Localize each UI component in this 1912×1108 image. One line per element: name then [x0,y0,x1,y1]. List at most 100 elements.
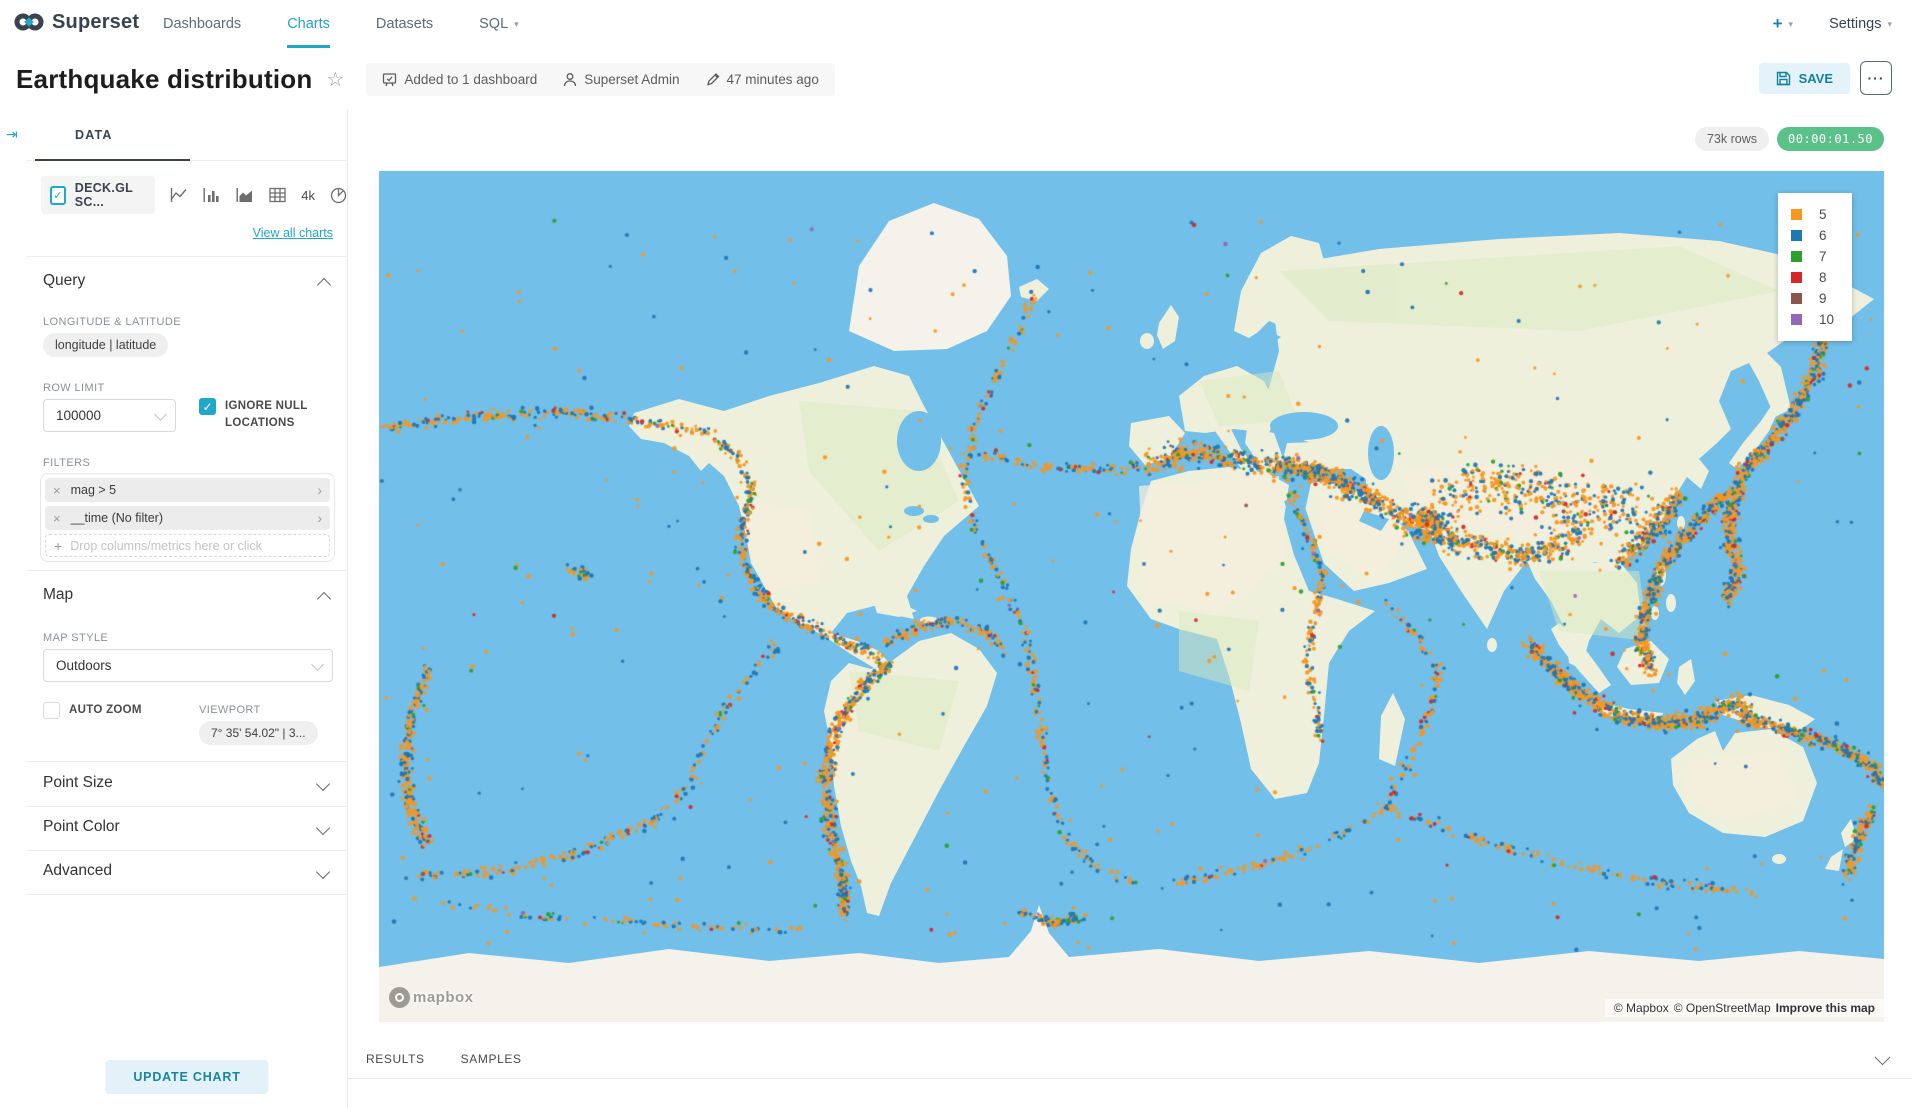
expand-filter-icon[interactable]: › [317,482,322,498]
point-size-section[interactable]: Point Size [27,762,346,807]
osm-attribution-link[interactable]: © OpenStreetMap [1674,1001,1771,1015]
settings-menu[interactable]: Settings▾ [1829,16,1892,32]
legend-item[interactable]: 10 [1791,309,1834,330]
chart-meta: Added to 1 dashboard Superset Admin [366,63,834,96]
deckgl-map[interactable]: 5 6 7 8 9 10 mapbox © Mapbox © OpenStree… [379,171,1884,1022]
query-section-title[interactable]: Query [43,272,85,290]
owner-meta[interactable]: Superset Admin [563,72,679,87]
legend-item[interactable]: 9 [1791,288,1834,309]
user-icon [563,72,577,87]
ignore-null-label: IGNORE NULL LOCATIONS [225,398,325,431]
nav-item-datasets[interactable]: Datasets [376,0,433,48]
filter-label: mag > 5 [71,483,318,497]
legend-swatch [1791,314,1802,325]
auto-zoom-label: AUTO ZOOM [69,702,142,719]
remove-filter-icon[interactable]: × [53,483,61,498]
auto-zoom-group: AUTO ZOOM [43,702,142,719]
favorite-star-icon[interactable]: ☆ [326,67,344,92]
row-count-badge[interactable]: 73k rows [1695,127,1769,151]
collapse-results-icon[interactable] [1875,1050,1891,1066]
last-modified-meta[interactable]: 47 minutes ago [706,72,819,87]
chevron-down-icon [316,777,330,791]
area-chart-icon[interactable] [236,187,254,203]
pie-chart-icon[interactable] [330,187,347,204]
nav-item-dashboards[interactable]: Dashboards [163,0,241,48]
lonlat-value-pill[interactable]: longitude | latitude [43,333,168,357]
query-timer-badge[interactable]: 00:00:01.50 [1777,127,1884,151]
line-chart-icon[interactable] [170,187,188,203]
view-all-charts-link[interactable]: View all charts [253,226,333,240]
panel-collapse-rail: ⇥ [0,110,28,1108]
checkbox-checked-icon: ✓ [50,186,66,205]
mapbox-attribution-link[interactable]: © Mapbox [1614,1001,1669,1015]
viewport-value-pill[interactable]: 7° 35' 54.02" | 3... [199,721,318,745]
caret-down-icon: ▾ [1887,19,1892,30]
pencil-icon [706,72,720,86]
chevron-down-icon [311,658,324,671]
brand[interactable]: Superset [14,9,139,35]
magnitude-legend[interactable]: 5 6 7 8 9 10 [1778,193,1852,341]
drop-columns-target[interactable]: + Drop columns/metrics here or click [45,534,330,557]
viz-type-selected[interactable]: ✓ DECK.GL SC... [41,176,155,214]
results-tabsbar: RESULTS SAMPLES [348,1040,1912,1079]
chart-header: Earthquake distribution ☆ Added to 1 das… [0,48,1912,111]
row-limit-select[interactable]: 100000 [43,399,176,432]
lonlat-label: LONGITUDE & LATITUDE [43,316,181,328]
caret-down-icon: ▾ [1789,19,1794,30]
viz-type-label: DECK.GL SC... [75,181,147,209]
more-actions-button[interactable]: ··· [1860,61,1892,95]
legend-item[interactable]: 7 [1791,246,1834,267]
ignore-null-checkbox[interactable]: ✓ [199,398,216,415]
page-title: Earthquake distribution [16,64,312,95]
map-style-select[interactable]: Outdoors [43,649,333,682]
chart-area: 73k rows 00:00:01.50 [348,110,1912,1108]
plus-icon: + [54,538,62,554]
map-style-label: MAP STYLE [43,632,108,644]
filters-box: × mag > 5 › × __time (No filter) › + Dro… [40,473,335,562]
map-attribution: © Mapbox © OpenStreetMap Improve this ma… [1605,999,1884,1017]
chevron-up-icon[interactable] [317,278,331,292]
nav-right: +▾ Settings▾ [1773,0,1892,48]
table-icon[interactable] [269,187,286,203]
tab-samples[interactable]: SAMPLES [461,1052,522,1066]
improve-map-link[interactable]: Improve this map [1776,1001,1875,1015]
save-button[interactable]: SAVE [1759,63,1850,94]
divider [27,570,346,571]
legend-item[interactable]: 8 [1791,267,1834,288]
top-nav: Superset Dashboards Charts Datasets SQL▾… [0,0,1912,49]
chevron-down-icon [316,821,330,835]
filters-label: FILTERS [43,457,90,469]
filter-item[interactable]: × mag > 5 › [45,478,330,502]
legend-swatch [1791,251,1802,262]
bar-chart-icon[interactable] [203,187,221,203]
legend-item[interactable]: 5 [1791,204,1834,225]
legend-item[interactable]: 6 [1791,225,1834,246]
new-item-menu[interactable]: +▾ [1773,14,1793,34]
more-chart-types-count[interactable]: 4k [301,188,315,203]
map-section-title[interactable]: Map [43,586,73,604]
legend-swatch [1791,293,1802,304]
advanced-section[interactable]: Advanced [27,850,346,895]
mapbox-logo[interactable]: mapbox [389,987,474,1008]
expand-filter-icon[interactable]: › [317,510,322,526]
chevron-down-icon [154,408,167,421]
panel-tabbar: DATA [27,110,346,161]
nav-item-sql[interactable]: SQL▾ [479,0,519,48]
dashboards-meta[interactable]: Added to 1 dashboard [382,72,537,87]
collapse-panel-icon[interactable]: ⇥ [6,126,18,143]
legend-swatch [1791,230,1802,241]
viewport-label: VIEWPORT [199,704,261,716]
filter-item[interactable]: × __time (No filter) › [45,506,330,530]
tab-results[interactable]: RESULTS [366,1052,425,1066]
auto-zoom-checkbox[interactable] [43,702,60,719]
legend-swatch [1791,209,1802,220]
point-color-section[interactable]: Point Color [27,806,346,851]
remove-filter-icon[interactable]: × [53,511,61,526]
chevron-up-icon[interactable] [317,592,331,606]
query-badges: 73k rows 00:00:01.50 [1695,127,1884,151]
data-panel: DATA ✓ DECK.GL SC... [27,110,348,1108]
nav-item-charts[interactable]: Charts [287,0,330,48]
superset-logo-icon [14,9,44,35]
update-chart-button[interactable]: UPDATE CHART [105,1060,268,1094]
tab-data[interactable]: DATA [75,128,113,142]
